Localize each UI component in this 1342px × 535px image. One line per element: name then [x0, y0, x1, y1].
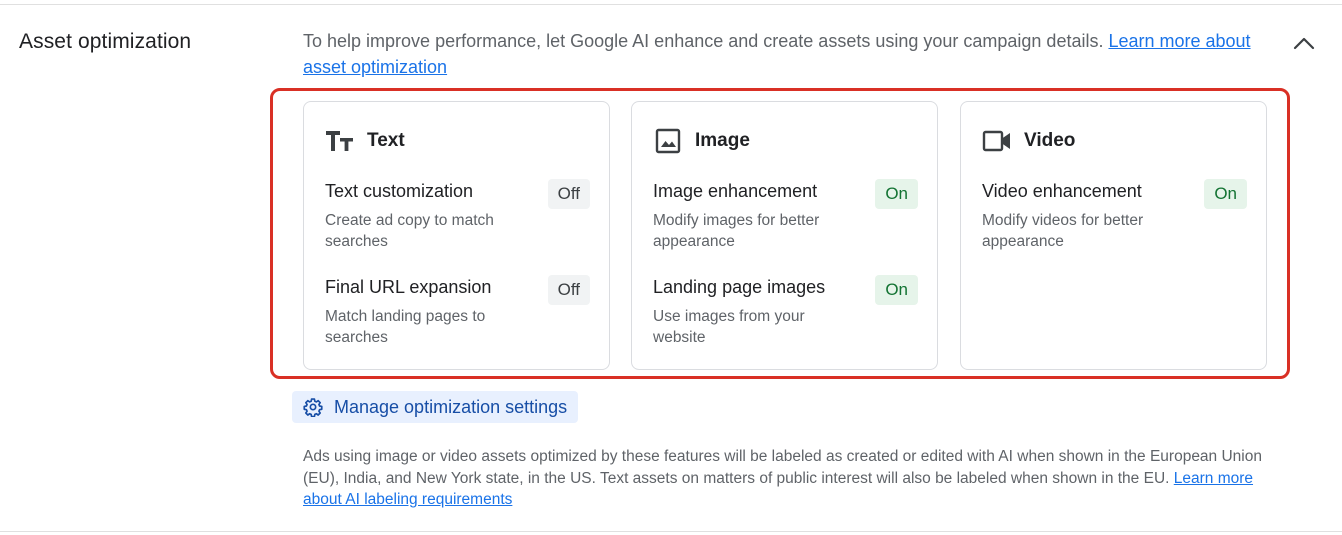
text-card-title: Text	[367, 130, 405, 151]
image-card-title: Image	[695, 130, 750, 151]
chevron-up-icon	[1293, 37, 1315, 50]
video-card-header: Video	[982, 126, 1075, 156]
final-url-expansion-feature: Final URL expansion Match landing pages …	[325, 275, 590, 348]
top-divider	[0, 4, 1342, 5]
text-customization-status-chip[interactable]: Off	[547, 179, 590, 209]
bottom-divider	[0, 531, 1342, 532]
video-camera-icon	[982, 126, 1012, 156]
section-title: Asset optimization	[19, 30, 192, 53]
footnote-body: Ads using image or video assets optimize…	[303, 448, 1262, 487]
collapse-button[interactable]	[1287, 26, 1321, 60]
text-card-header: Text	[325, 126, 405, 156]
video-card-title: Video	[1024, 130, 1076, 151]
intro-body: To help improve performance, let Google …	[303, 31, 1109, 51]
image-enhancement-feature: Image enhancement Modify images for bett…	[653, 179, 918, 252]
feature-description: Match landing pages to searches	[325, 308, 486, 346]
final-url-expansion-status-chip[interactable]: Off	[547, 275, 590, 305]
text-customization-feature: Text customization Create ad copy to mat…	[325, 179, 590, 252]
landing-page-images-status-chip[interactable]: On	[875, 275, 918, 305]
ai-labeling-footnote: Ads using image or video assets optimize…	[303, 446, 1263, 511]
landing-page-images-feature: Landing page images Use images from your…	[653, 275, 918, 348]
video-card: Video Video enhancement Modify videos fo…	[960, 101, 1267, 370]
intro-text: To help improve performance, let Google …	[303, 28, 1278, 80]
gear-icon	[302, 396, 324, 418]
image-icon	[653, 126, 683, 156]
asset-optimization-panel: Asset optimization To help improve perfo…	[0, 0, 1342, 535]
video-enhancement-status-chip[interactable]: On	[1204, 179, 1247, 209]
feature-description: Create ad copy to match searches	[325, 212, 494, 250]
video-enhancement-feature: Video enhancement Modify videos for bett…	[982, 179, 1247, 252]
image-card-header: Image	[653, 126, 750, 156]
manage-optimization-settings-button[interactable]: Manage optimization settings	[292, 391, 579, 423]
feature-description: Use images from your website	[653, 308, 805, 346]
feature-description: Modify videos for better appearance	[982, 212, 1144, 250]
feature-description: Modify images for better appearance	[653, 212, 820, 250]
text-format-icon	[325, 126, 355, 156]
manage-optimization-settings-label: Manage optimization settings	[334, 396, 568, 417]
image-card: Image Image enhancement Modify images fo…	[631, 101, 938, 370]
text-card: Text Text customization Create ad copy t…	[303, 101, 610, 370]
image-enhancement-status-chip[interactable]: On	[875, 179, 918, 209]
